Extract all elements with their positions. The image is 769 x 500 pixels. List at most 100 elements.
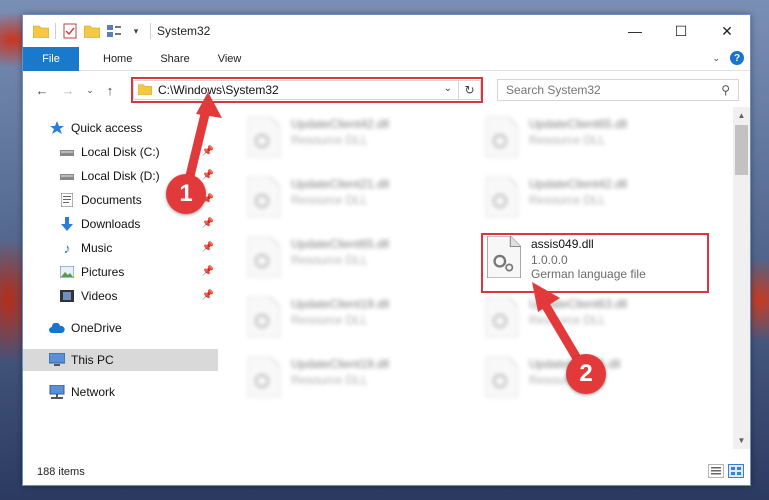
folder-icon[interactable] [33,23,49,39]
search-input[interactable] [506,83,706,97]
file-item[interactable]: UpdateClient21.dll Resource DLL [245,175,475,225]
minimize-button[interactable]: — [612,15,658,47]
sidebar-item-local-disk-c[interactable]: Local Disk (C:) 📌 [23,141,218,163]
file-item[interactable]: UpdateClient42.dll Resource DLL [245,115,475,165]
address-dropdown-icon[interactable]: ⌄ [444,83,452,94]
pin-icon[interactable]: 📌 [202,290,214,301]
recent-locations-chevron-icon[interactable]: ⌄ [81,79,99,101]
new-folder-icon[interactable] [84,23,100,39]
navigation-pane: Quick access Local Disk (C:) 📌 Local Dis… [23,115,218,445]
file-type: Resource DLL [291,253,368,267]
address-field[interactable]: C:\Windows\System32 ⌄ [133,80,459,100]
maximize-button[interactable]: ☐ [658,15,704,47]
sidebar-item-downloads[interactable]: Downloads 📌 [23,213,218,235]
step-1-badge: 1 [166,174,206,214]
file-name: UpdateClient19.dll [291,357,390,371]
file-type: Resource DLL [529,313,606,327]
file-item[interactable]: UpdateClient19.dll Resource DLL [245,355,475,405]
file-name: UpdateClient63.dll [529,297,628,311]
sidebar-item-label: Local Disk (D:) [81,169,160,183]
customize-view-icon[interactable] [106,23,122,39]
tab-view[interactable]: View [204,47,256,71]
file-type: Resource DLL [291,373,368,387]
sidebar-item-label: Documents [81,193,142,207]
sidebar-item-label: Network [71,385,116,399]
quick-access-toolbar: ▾ [23,23,151,39]
sidebar-item-label: This PC [71,353,114,367]
file-highlight-box [481,233,709,293]
dll-file-icon [245,175,283,219]
ribbon-right-controls: ⌄ ? [712,51,744,65]
search-icon[interactable]: ⚲ [721,83,730,97]
file-item[interactable]: UpdateClient65.dll Resource DLL [483,115,713,165]
sidebar-item-pictures[interactable]: Pictures 📌 [23,261,218,283]
scroll-up-icon[interactable]: ▲ [733,107,750,124]
computer-icon [49,352,65,368]
navigation-bar: ← → ⌄ ↑ C:\Windows\System32 ⌄ ↻ ⚲ [23,75,750,105]
item-count: 188 items [37,466,85,478]
pin-icon[interactable]: 📌 [202,170,214,181]
sidebar-item-quick-access[interactable]: Quick access [23,117,218,139]
address-bar[interactable]: C:\Windows\System32 ⌄ ↻ [131,77,483,103]
details-view-icon[interactable] [708,464,724,478]
pin-icon[interactable]: 📌 [202,146,214,157]
video-icon [59,288,75,304]
folder-icon [137,83,153,98]
file-name: UpdateClient21.dll [291,177,390,191]
file-item[interactable]: UpdateClient65.dll Resource DLL [245,235,475,285]
sidebar-item-label: Music [81,241,113,255]
address-path[interactable]: C:\Windows\System32 [158,83,279,97]
close-button[interactable]: ✕ [704,15,750,47]
sidebar-item-label: Downloads [81,217,141,231]
sidebar-item-onedrive[interactable]: OneDrive [23,317,218,339]
document-icon [59,192,75,208]
dll-file-icon [483,175,521,219]
file-name: UpdateClient65.dll [529,117,628,131]
pictures-icon [59,264,75,280]
scroll-down-icon[interactable]: ▼ [733,432,750,449]
up-arrow-icon[interactable]: ↑ [101,79,119,101]
file-type: Resource DLL [529,133,606,147]
pin-icon[interactable]: 📌 [202,266,214,277]
file-item[interactable]: UpdateClient19.dll Resource DLL [245,295,475,345]
sidebar-item-videos[interactable]: Videos 📌 [23,285,218,307]
status-bar: 188 items [23,459,750,485]
dll-file-icon [483,355,521,399]
cloud-icon [49,320,65,336]
pin-icon[interactable]: 📌 [202,218,214,229]
dll-file-icon [245,295,283,339]
sidebar-item-label: Videos [81,289,118,303]
download-icon [59,216,75,232]
window-title: System32 [157,24,211,38]
vertical-scrollbar[interactable]: ▲ ▼ [733,107,750,449]
toolbar-separator [150,23,151,39]
pin-icon[interactable]: 📌 [202,242,214,253]
expand-ribbon-icon[interactable]: ⌄ [712,53,720,64]
file-item[interactable]: UpdateClient42.dll Resource DLL [483,175,713,225]
tab-share[interactable]: Share [146,47,203,71]
view-switcher [708,464,744,478]
search-box[interactable]: ⚲ [497,79,739,101]
forward-arrow-icon[interactable]: → [59,79,77,101]
refresh-icon[interactable]: ↻ [459,80,481,100]
file-type: Resource DLL [529,193,606,207]
tab-home[interactable]: Home [79,47,146,71]
tiles-view-icon[interactable] [728,464,744,478]
file-name: UpdateClient42.dll [529,177,628,191]
dll-file-icon [245,355,283,399]
tab-file[interactable]: File [23,46,79,71]
file-item[interactable]: UpdateClient63.dll Resource DLL [483,295,713,345]
sidebar-item-this-pc[interactable]: This PC [23,349,218,371]
window-controls: — ☐ ✕ [612,15,750,47]
help-icon[interactable]: ? [730,51,744,65]
back-arrow-icon[interactable]: ← [33,79,51,101]
file-type: Resource DLL [291,313,368,327]
dropdown-arrow-icon[interactable]: ▾ [128,23,144,39]
sidebar-item-music[interactable]: ♪ Music 📌 [23,237,218,259]
toolbar-separator [55,23,56,39]
drive-icon [59,144,75,160]
network-icon [49,384,65,400]
properties-icon[interactable] [62,23,78,39]
sidebar-item-network[interactable]: Network [23,381,218,403]
scroll-thumb[interactable] [735,125,748,175]
